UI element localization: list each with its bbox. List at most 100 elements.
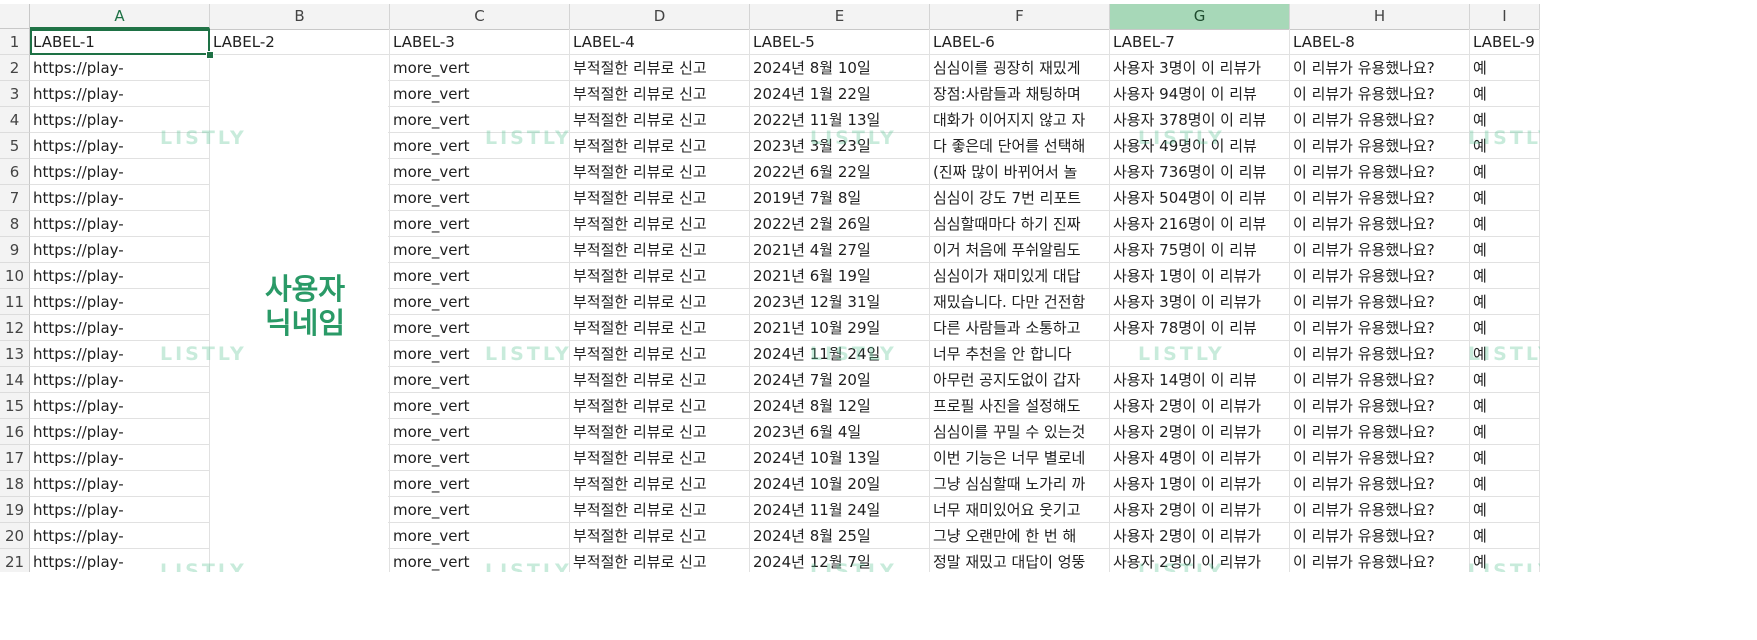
cell-c3[interactable]: more_vert [390, 81, 570, 107]
cell-e19[interactable]: 2024년 11월 24일 [750, 497, 930, 523]
cell-c2[interactable]: more_vert [390, 55, 570, 81]
cell-f10[interactable]: 심심이가 재미있게 대답 [930, 263, 1110, 289]
cell-a2[interactable]: https://play- [30, 55, 210, 81]
row-header-19[interactable]: 19 [0, 497, 30, 523]
row-header-13[interactable]: 13 [0, 341, 30, 367]
cell-a18[interactable]: https://play- [30, 471, 210, 497]
column-header-f[interactable]: F [930, 4, 1110, 29]
cell-d20[interactable]: 부적절한 리뷰로 신고 [570, 523, 750, 549]
cell-e12[interactable]: 2021년 10월 29일 [750, 315, 930, 341]
cell-c17[interactable]: more_vert [390, 445, 570, 471]
row-header-2[interactable]: 2 [0, 55, 30, 81]
cell-g20[interactable]: 사용자 2명이 이 리뷰가 [1110, 523, 1290, 549]
cell-d7[interactable]: 부적절한 리뷰로 신고 [570, 185, 750, 211]
header-cell-g[interactable]: LABEL-7 [1110, 29, 1290, 55]
cell-h10[interactable]: 이 리뷰가 유용했나요? [1290, 263, 1470, 289]
header-cell-a[interactable]: LABEL-1 [30, 29, 210, 55]
column-header-b[interactable]: B [210, 4, 390, 29]
cell-i5[interactable]: 예 [1470, 133, 1540, 159]
cell-f12[interactable]: 다른 사람들과 소통하고 [930, 315, 1110, 341]
cell-h15[interactable]: 이 리뷰가 유용했나요? [1290, 393, 1470, 419]
row-header-8[interactable]: 8 [0, 211, 30, 237]
cell-a3[interactable]: https://play- [30, 81, 210, 107]
cell-g7[interactable]: 사용자 504명이 이 리뷰 [1110, 185, 1290, 211]
cell-i10[interactable]: 예 [1470, 263, 1540, 289]
cell-e5[interactable]: 2023년 3월 23일 [750, 133, 930, 159]
cell-d19[interactable]: 부적절한 리뷰로 신고 [570, 497, 750, 523]
cell-i13[interactable]: 예 [1470, 341, 1540, 367]
cell-g14[interactable]: 사용자 14명이 이 리뷰 [1110, 367, 1290, 393]
cell-d15[interactable]: 부적절한 리뷰로 신고 [570, 393, 750, 419]
cell-c11[interactable]: more_vert [390, 289, 570, 315]
cell-c20[interactable]: more_vert [390, 523, 570, 549]
cell-i7[interactable]: 예 [1470, 185, 1540, 211]
cell-h9[interactable]: 이 리뷰가 유용했나요? [1290, 237, 1470, 263]
cell-i17[interactable]: 예 [1470, 445, 1540, 471]
cell-f4[interactable]: 대화가 이어지지 않고 자 [930, 107, 1110, 133]
cell-e9[interactable]: 2021년 4월 27일 [750, 237, 930, 263]
cell-f19[interactable]: 너무 재미있어요 웃기고 [930, 497, 1110, 523]
cell-e8[interactable]: 2022년 2월 26일 [750, 211, 930, 237]
cell-a16[interactable]: https://play- [30, 419, 210, 445]
row-header-1[interactable]: 1 [0, 29, 30, 55]
cell-g4[interactable]: 사용자 378명이 이 리뷰 [1110, 107, 1290, 133]
cell-c13[interactable]: more_vert [390, 341, 570, 367]
cell-f8[interactable]: 심심할때마다 하기 진짜 [930, 211, 1110, 237]
cell-d11[interactable]: 부적절한 리뷰로 신고 [570, 289, 750, 315]
row-header-14[interactable]: 14 [0, 367, 30, 393]
cell-h12[interactable]: 이 리뷰가 유용했나요? [1290, 315, 1470, 341]
cell-a4[interactable]: https://play- [30, 107, 210, 133]
cell-d4[interactable]: 부적절한 리뷰로 신고 [570, 107, 750, 133]
cell-f5[interactable]: 다 좋은데 단어를 선택해 [930, 133, 1110, 159]
select-all-corner[interactable] [0, 4, 30, 29]
cell-i9[interactable]: 예 [1470, 237, 1540, 263]
cell-a19[interactable]: https://play- [30, 497, 210, 523]
header-cell-i[interactable]: LABEL-9 [1470, 29, 1540, 55]
cell-g12[interactable]: 사용자 78명이 이 리뷰 [1110, 315, 1290, 341]
cell-a8[interactable]: https://play- [30, 211, 210, 237]
header-cell-h[interactable]: LABEL-8 [1290, 29, 1470, 55]
cell-h20[interactable]: 이 리뷰가 유용했나요? [1290, 523, 1470, 549]
column-header-a[interactable]: A [30, 4, 210, 29]
row-header-21[interactable]: 21 [0, 549, 30, 572]
cell-i16[interactable]: 예 [1470, 419, 1540, 445]
header-cell-f[interactable]: LABEL-6 [930, 29, 1110, 55]
cell-i15[interactable]: 예 [1470, 393, 1540, 419]
cell-a20[interactable]: https://play- [30, 523, 210, 549]
cell-i12[interactable]: 예 [1470, 315, 1540, 341]
cell-c15[interactable]: more_vert [390, 393, 570, 419]
cell-h8[interactable]: 이 리뷰가 유용했나요? [1290, 211, 1470, 237]
cell-d16[interactable]: 부적절한 리뷰로 신고 [570, 419, 750, 445]
cell-c9[interactable]: more_vert [390, 237, 570, 263]
spreadsheet-grid[interactable]: ABCDEFGHI 1 2 3 4 5 6 7 8 9 10 11 12 13 14 15 16 17 18 19 2… [0, 0, 1540, 572]
cell-d18[interactable]: 부적절한 리뷰로 신고 [570, 471, 750, 497]
cell-h16[interactable]: 이 리뷰가 유용했나요? [1290, 419, 1470, 445]
cell-e18[interactable]: 2024년 10월 20일 [750, 471, 930, 497]
cell-f16[interactable]: 심심이를 꾸밀 수 있는것 [930, 419, 1110, 445]
cell-h19[interactable]: 이 리뷰가 유용했나요? [1290, 497, 1470, 523]
cell-d17[interactable]: 부적절한 리뷰로 신고 [570, 445, 750, 471]
cell-a7[interactable]: https://play- [30, 185, 210, 211]
cell-g5[interactable]: 사용자 49명이 이 리뷰 [1110, 133, 1290, 159]
cell-f20[interactable]: 그냥 오랜만에 한 번 해 [930, 523, 1110, 549]
cell-d10[interactable]: 부적절한 리뷰로 신고 [570, 263, 750, 289]
cell-h4[interactable]: 이 리뷰가 유용했나요? [1290, 107, 1470, 133]
cell-g11[interactable]: 사용자 3명이 이 리뷰가 [1110, 289, 1290, 315]
column-header-g[interactable]: G [1110, 4, 1290, 29]
cell-g18[interactable]: 사용자 1명이 이 리뷰가 [1110, 471, 1290, 497]
row-header-11[interactable]: 11 [0, 289, 30, 315]
cell-i2[interactable]: 예 [1470, 55, 1540, 81]
cell-e4[interactable]: 2022년 11월 13일 [750, 107, 930, 133]
cell-f18[interactable]: 그냥 심심할때 노가리 까 [930, 471, 1110, 497]
cell-e15[interactable]: 2024년 8월 12일 [750, 393, 930, 419]
header-cell-d[interactable]: LABEL-4 [570, 29, 750, 55]
cell-e17[interactable]: 2024년 10월 13일 [750, 445, 930, 471]
cell-g2[interactable]: 사용자 3명이 이 리뷰가 [1110, 55, 1290, 81]
row-header-15[interactable]: 15 [0, 393, 30, 419]
row-header-18[interactable]: 18 [0, 471, 30, 497]
cell-f17[interactable]: 이번 기능은 너무 별로네 [930, 445, 1110, 471]
cell-e10[interactable]: 2021년 6월 19일 [750, 263, 930, 289]
cell-f6[interactable]: (진짜 많이 바뀌어서 놀 [930, 159, 1110, 185]
cell-h5[interactable]: 이 리뷰가 유용했나요? [1290, 133, 1470, 159]
cell-e6[interactable]: 2022년 6월 22일 [750, 159, 930, 185]
